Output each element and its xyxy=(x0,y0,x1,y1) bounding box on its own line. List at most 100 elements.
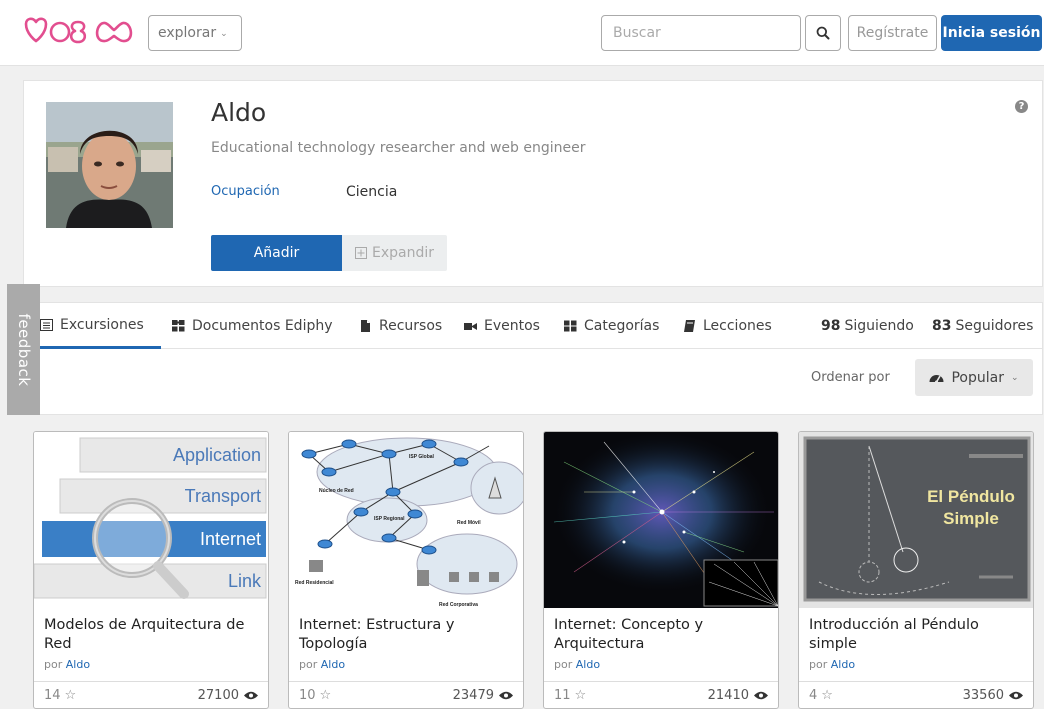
tabs-panel: Excursiones Documentos Ediphy Recursos E… xyxy=(23,302,1043,415)
card-footer: 10 ☆ 23479 xyxy=(289,681,523,708)
thumb-title: Simple xyxy=(943,509,999,528)
eye-icon xyxy=(499,691,513,700)
occupation-value: Ciencia xyxy=(346,184,398,200)
star-icon: ☆ xyxy=(64,688,77,703)
tab-recursos[interactable]: Recursos xyxy=(359,303,442,349)
tab-lecciones[interactable]: Lecciones xyxy=(683,303,772,349)
likes[interactable]: 11 ☆ xyxy=(554,688,586,703)
following-stat[interactable]: 98 Siguiendo xyxy=(821,303,914,349)
search-icon xyxy=(816,26,830,40)
expand-label: Expandir xyxy=(371,245,434,261)
card-author: por Aldo xyxy=(554,658,601,671)
star-icon: ☆ xyxy=(574,688,587,703)
grid-icon xyxy=(564,320,577,332)
feedback-tab[interactable]: feedback xyxy=(7,284,40,415)
card-author: por Aldo xyxy=(809,658,856,671)
tab-label: Recursos xyxy=(379,318,443,334)
card-internet-estructura[interactable]: ISP Global Núcleo de Red ISP Regional Re… xyxy=(288,431,524,709)
card-title: Internet: Estructura y Topología xyxy=(299,617,455,652)
views: 23479 xyxy=(453,688,513,703)
register-button[interactable]: Regístrate xyxy=(848,15,937,51)
tab-label: Documentos Ediphy xyxy=(192,318,333,334)
tab-excursiones[interactable]: Excursiones xyxy=(38,303,161,349)
tab-documentos-ediphy[interactable]: Documentos Ediphy xyxy=(172,303,333,349)
top-bar: explorar ⌄ Regístrate Inicia sesión xyxy=(0,0,1044,66)
likes[interactable]: 4 ☆ xyxy=(809,688,833,703)
avatar xyxy=(46,102,173,228)
profile-name: Aldo xyxy=(211,98,267,127)
card-title: Internet: Concepto y Arquitectura xyxy=(554,617,704,652)
video-icon xyxy=(464,323,477,330)
thumb-label: Transport xyxy=(185,486,261,506)
views: 33560 xyxy=(963,688,1023,703)
profile-card: ? Aldo Educational technology researcher… xyxy=(23,80,1043,287)
tab-label: Excursiones xyxy=(60,316,144,333)
tab-categorias[interactable]: Categorías xyxy=(564,303,659,349)
author-link[interactable]: Aldo xyxy=(66,658,90,671)
search-input[interactable] xyxy=(601,15,801,51)
login-button[interactable]: Inicia sesión xyxy=(941,15,1042,51)
card-thumbnail: El Péndulo Simple xyxy=(799,432,1033,608)
thumb-title: El Péndulo xyxy=(927,487,1015,506)
author-link[interactable]: Aldo xyxy=(576,658,600,671)
help-icon[interactable]: ? xyxy=(1015,100,1028,113)
puzzle-icon xyxy=(172,320,185,332)
followers-stat[interactable]: 83 Seguidores xyxy=(932,303,1033,349)
following-count: 98 xyxy=(821,318,841,334)
tab-label: Eventos xyxy=(484,318,540,334)
views: 21410 xyxy=(708,688,768,703)
thumb-label: Application xyxy=(173,445,261,465)
likes[interactable]: 14 ☆ xyxy=(44,688,76,703)
expand-button[interactable]: Expandir xyxy=(342,235,447,271)
explore-dropdown[interactable]: explorar ⌄ xyxy=(148,15,242,51)
card-thumbnail: ISP Global Núcleo de Red ISP Regional Re… xyxy=(289,432,523,608)
sort-dropdown[interactable]: Popular ⌄ xyxy=(915,359,1033,396)
card-pendulo-simple[interactable]: El Péndulo Simple Introducción al Péndul… xyxy=(798,431,1034,709)
plus-square-icon xyxy=(354,247,367,259)
tab-bar: Excursiones Documentos Ediphy Recursos E… xyxy=(24,303,1042,349)
dashboard-icon xyxy=(929,375,944,384)
search-button[interactable] xyxy=(805,15,841,51)
chevron-down-icon: ⌄ xyxy=(220,29,228,39)
card-thumbnail xyxy=(544,432,778,608)
card-footer: 14 ☆ 27100 xyxy=(34,681,268,708)
eye-icon xyxy=(1009,691,1023,700)
sort-label: Ordenar por xyxy=(811,370,890,385)
occupation-label: Ocupación xyxy=(211,184,280,199)
vish-logo[interactable] xyxy=(22,14,142,50)
eye-icon xyxy=(244,691,258,700)
feedback-label: feedback xyxy=(14,313,33,386)
card-author: por Aldo xyxy=(44,658,91,671)
thumb-label: Link xyxy=(228,571,262,591)
svg-text:ISP Global: ISP Global xyxy=(409,454,435,460)
card-title: Modelos de Arquitectura de Red xyxy=(44,617,245,652)
star-icon: ☆ xyxy=(821,688,833,703)
tab-label: Categorías xyxy=(584,318,660,334)
card-internet-concepto[interactable]: Internet: Concepto y Arquitectura por Al… xyxy=(543,431,779,709)
author-link[interactable]: Aldo xyxy=(321,658,345,671)
card-thumbnail: Application Transport Internet Link xyxy=(34,432,268,608)
tab-eventos[interactable]: Eventos xyxy=(464,303,540,349)
followers-label: Seguidores xyxy=(955,318,1034,334)
thumb-label: Internet xyxy=(200,529,261,549)
svg-text:Red Residencial: Red Residencial xyxy=(295,580,334,586)
explore-label: explorar xyxy=(158,25,217,41)
author-link[interactable]: Aldo xyxy=(831,658,855,671)
svg-text:Red Corporativa: Red Corporativa xyxy=(439,602,478,608)
svg-text:ISP Regional: ISP Regional xyxy=(374,516,405,522)
card-footer: 11 ☆ 21410 xyxy=(544,681,778,708)
list-icon xyxy=(40,318,53,331)
eye-icon xyxy=(754,691,768,700)
file-icon xyxy=(361,320,370,332)
add-button[interactable]: Añadir xyxy=(211,235,342,271)
likes[interactable]: 10 ☆ xyxy=(299,688,331,703)
following-label: Siguiendo xyxy=(844,318,914,334)
views: 27100 xyxy=(198,688,258,703)
book-icon xyxy=(684,320,695,332)
profile-description: Educational technology researcher and we… xyxy=(211,140,586,156)
card-author: por Aldo xyxy=(299,658,346,671)
chevron-down-icon: ⌄ xyxy=(1010,373,1019,383)
followers-count: 83 xyxy=(932,318,952,334)
svg-text:Núcleo de Red: Núcleo de Red xyxy=(319,488,354,494)
card-modelos-arquitectura[interactable]: Application Transport Internet Link Mode… xyxy=(33,431,269,709)
